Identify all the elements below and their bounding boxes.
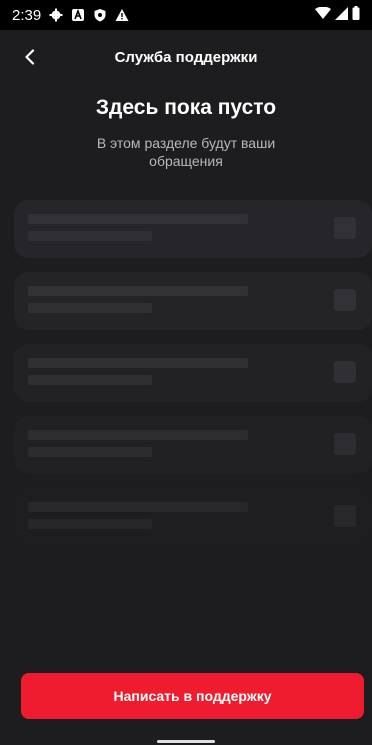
shield-icon bbox=[93, 8, 107, 22]
empty-state-title: Здесь пока пусто bbox=[95, 96, 277, 119]
notification-a-icon bbox=[71, 8, 85, 22]
empty-state-subtitle: В этом разделе будут ваши обращения bbox=[96, 135, 276, 169]
skeleton-card bbox=[14, 200, 372, 258]
wifi-icon bbox=[315, 6, 331, 24]
skeleton-card bbox=[14, 272, 372, 330]
skeleton-card bbox=[14, 344, 372, 402]
chevron-left-icon bbox=[25, 49, 35, 65]
gear-icon bbox=[49, 8, 63, 22]
warning-icon bbox=[115, 8, 129, 22]
skeleton-list bbox=[14, 200, 372, 560]
skeleton-card bbox=[14, 488, 372, 546]
write-to-support-button[interactable]: Написать в поддержку bbox=[21, 673, 364, 719]
status-time: 2:39 bbox=[12, 6, 42, 24]
skeleton-card bbox=[14, 416, 372, 474]
app-header: Служба поддержки bbox=[0, 30, 372, 84]
page-title: Служба поддержки bbox=[114, 48, 258, 66]
status-bar: 2:39 bbox=[0, 0, 372, 30]
home-indicator[interactable] bbox=[157, 740, 215, 743]
signal-icon bbox=[335, 6, 348, 24]
battery-icon bbox=[352, 6, 360, 24]
back-button[interactable] bbox=[14, 42, 46, 72]
